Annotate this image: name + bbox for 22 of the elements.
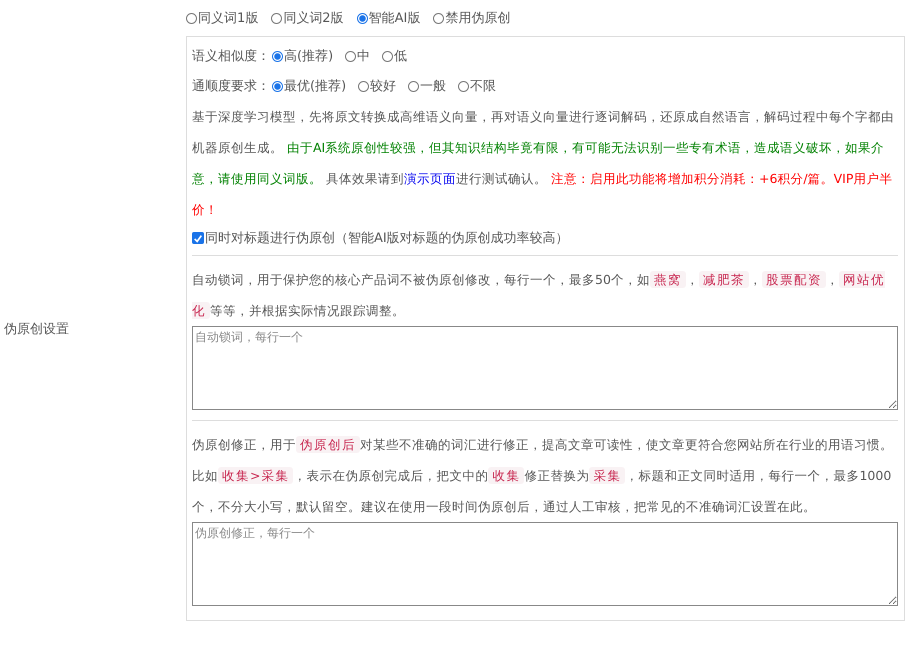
lock-words-description: 自动锁词，用于保护您的核心产品词不被伪原创修改，每行一个，最多50个，如 燕窝 ， 减肥茶 ， 股票配资 ， 网站优化 等等，并根据实际情况跟踪调整。: [192, 270, 886, 321]
option-radio[interactable]: 高(推荐): [272, 47, 334, 65]
option-label: 通顺度要求：: [192, 78, 270, 95]
check-icon: [193, 232, 203, 244]
corrections-field[interactable]: 伪原创修正，每行一个: [192, 522, 898, 606]
corrections-description: 伪原创修正，用于 伪原创后 对某些不准确的词汇进行修正，提高文章可读性，使文章更符合您网站所在行业的用语习惯。比如 收集>采集 ，表示在伪原创完成后，把文中的 收集 修正替换为 采集 ，标题和正文同时适用，每行一个，最多1000个，不分大小写，默认留空。建议在使用一段时间伪原创后，通过人工审核，把常见的不准确词汇设置在此。: [192, 435, 894, 516]
option-radio[interactable]: 不限: [458, 77, 496, 95]
mode-radio[interactable]: 禁用伪原创: [433, 9, 510, 27]
mode-radio[interactable]: 同义词2版: [271, 9, 344, 27]
lock-words-field[interactable]: 自动锁词，每行一个: [192, 326, 898, 410]
option-radio[interactable]: 最优(推荐): [272, 77, 346, 95]
demo-link[interactable]: 演示页面: [404, 171, 456, 186]
section-label: 伪原创设置: [3, 321, 69, 338]
option-radio[interactable]: 较好: [358, 77, 396, 95]
option-radio[interactable]: 中: [345, 47, 370, 65]
option-radio[interactable]: 低: [382, 47, 408, 65]
title-checkbox[interactable]: 同时对标题进行伪原创（智能AI版对标题的伪原创成功率较高）: [192, 225, 898, 251]
option-label: 语义相似度：: [192, 48, 270, 65]
mode-radio[interactable]: 智能AI版: [356, 9, 420, 27]
ai-description: 基于深度学习模型，先将原文转换成高维语义向量，再对语义向量进行逐词解码，还原成自然语言，解码过程中每个字都由机器原创生成。 由于AI系统原创性较强，但其知识结构毕竟有限，有可能无法识别一些专有术语，造成语义破坏，如果介意，请使用同义词版。 具体效果请到演示页面进行测试确认。 注意：启用此功能将增加积分消耗：+6积分/篇。VIP用户半价！: [192, 108, 895, 219]
mode-radio[interactable]: 同义词1版: [186, 9, 258, 27]
option-radio[interactable]: 一般: [408, 77, 446, 95]
